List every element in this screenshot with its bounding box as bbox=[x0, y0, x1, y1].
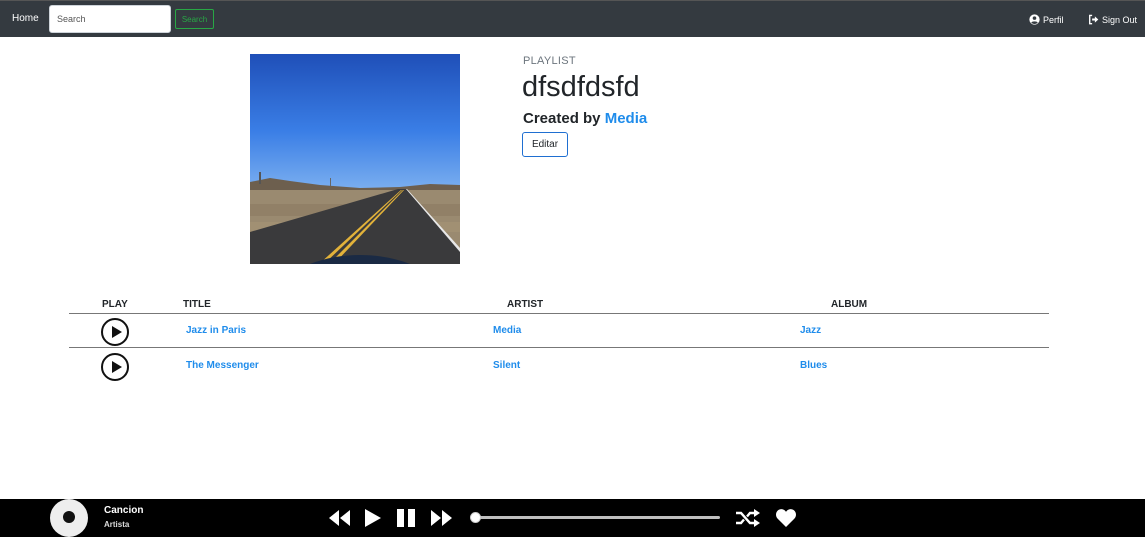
header-title: TITLE bbox=[183, 299, 211, 310]
progress-slider[interactable] bbox=[470, 512, 720, 523]
song-artist-link[interactable]: Media bbox=[493, 325, 521, 336]
search-input[interactable] bbox=[49, 5, 171, 33]
song-title-link[interactable]: Jazz in Paris bbox=[186, 325, 246, 336]
nav-perfil-link[interactable]: Perfil bbox=[1029, 14, 1064, 25]
nav-perfil-label: Perfil bbox=[1043, 14, 1064, 25]
now-playing-artist: Artista bbox=[104, 520, 130, 529]
row-divider bbox=[69, 347, 1049, 348]
playlist-type-label: PLAYLIST bbox=[523, 55, 576, 67]
playlist-cover-image bbox=[250, 54, 460, 264]
playlist-title: dfsdfdsfd bbox=[522, 71, 640, 103]
player-bar: Cancion Artista bbox=[0, 499, 1145, 537]
heart-icon[interactable] bbox=[775, 507, 797, 529]
nav-sign-out-link[interactable]: Sign Out bbox=[1088, 14, 1137, 25]
song-title-link[interactable]: The Messenger bbox=[186, 360, 259, 371]
sign-out-icon bbox=[1088, 14, 1099, 25]
header-artist: ARTIST bbox=[507, 299, 544, 310]
user-circle-icon bbox=[1029, 14, 1040, 25]
created-by-prefix: Created by bbox=[523, 110, 601, 127]
table-row: Jazz in Paris Media Jazz bbox=[69, 314, 1049, 348]
search-button[interactable]: Search bbox=[175, 9, 214, 29]
now-playing-song: Cancion bbox=[104, 505, 144, 516]
song-artist-link[interactable]: Silent bbox=[493, 360, 520, 371]
rewind-icon[interactable] bbox=[328, 507, 350, 529]
pause-icon[interactable] bbox=[396, 507, 416, 529]
song-album-link[interactable]: Blues bbox=[800, 360, 827, 371]
nav-sign-out-label: Sign Out bbox=[1102, 14, 1138, 25]
play-icon[interactable] bbox=[362, 507, 382, 529]
playlist-created-by: Created by Media bbox=[523, 110, 647, 127]
play-circle-icon[interactable] bbox=[101, 353, 129, 381]
fast-forward-icon[interactable] bbox=[430, 507, 452, 529]
header-album: ALBUM bbox=[831, 299, 868, 310]
album-disc-image bbox=[50, 499, 88, 537]
header-play: PLAY bbox=[102, 299, 128, 310]
edit-playlist-button[interactable]: Editar bbox=[522, 132, 568, 157]
shuffle-icon[interactable] bbox=[735, 507, 761, 529]
song-album-link[interactable]: Jazz bbox=[800, 325, 821, 336]
playlist-author-link[interactable]: Media bbox=[605, 110, 648, 127]
top-navbar: Home Search Perfil Sign Out bbox=[0, 0, 1145, 37]
nav-home-link[interactable]: Home bbox=[12, 13, 39, 24]
progress-slider-handle[interactable] bbox=[470, 512, 481, 523]
table-row: The Messenger Silent Blues bbox=[69, 349, 1049, 383]
play-circle-icon[interactable] bbox=[101, 318, 129, 346]
